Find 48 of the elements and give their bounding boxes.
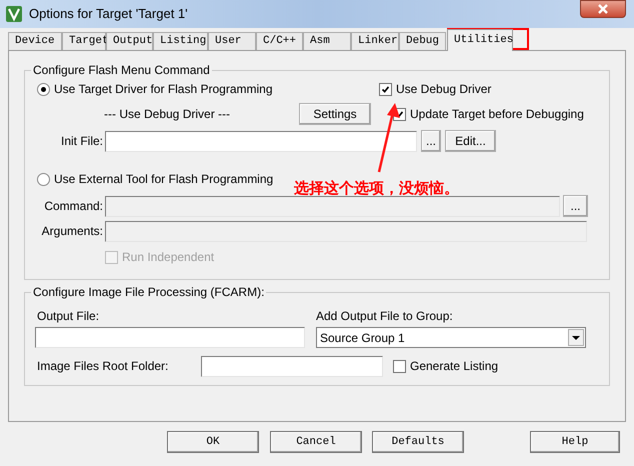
checkbox-label: Update Target before Debugging: [410, 106, 584, 123]
tab[interactable]: Output: [106, 32, 153, 50]
text-field[interactable]: [201, 356, 383, 376]
tab[interactable]: Target: [62, 32, 106, 50]
check-icon: [380, 84, 391, 94]
dropdown-value: Source Group 1: [320, 330, 405, 346]
field-label: Command:: [43, 198, 103, 215]
cancel-button[interactable]: Cancel: [270, 431, 362, 453]
tab[interactable]: C/C++: [256, 32, 303, 50]
ok-button[interactable]: OK: [167, 431, 259, 453]
radio-button[interactable]: [37, 172, 50, 186]
app-icon: [6, 6, 22, 22]
tab[interactable]: Asm: [303, 32, 351, 50]
field-label: Add Output File to Group:: [316, 308, 453, 323]
field-label: Arguments:: [40, 223, 103, 240]
checkbox-label: Use Debug Driver: [396, 81, 492, 98]
close-button[interactable]: [580, 0, 626, 18]
radio-button[interactable]: [37, 82, 50, 96]
option-label: Use External Tool for Flash Programming: [54, 171, 274, 188]
tab[interactable]: Utilities: [447, 29, 513, 51]
edit-button[interactable]: Edit...: [445, 130, 496, 152]
close-icon: [598, 4, 608, 14]
group-title: Configure Flash Menu Command: [31, 63, 212, 77]
tab[interactable]: Linker: [351, 32, 399, 50]
settings-button[interactable]: Settings: [299, 103, 371, 125]
window-title: Options for Target 'Target 1': [29, 5, 188, 24]
field-label: Output File:: [37, 308, 100, 323]
annotation-text: 选择这个选项，没烦恼。: [294, 179, 459, 199]
tab[interactable]: Device: [8, 32, 62, 50]
driver-label: --- Use Debug Driver ---: [104, 106, 232, 123]
tab[interactable]: Listing: [153, 32, 208, 50]
browse-button[interactable]: ...: [421, 130, 441, 152]
field-label: Init File:: [60, 133, 103, 150]
group-title: Configure Image File Processing (FCARM):: [31, 285, 266, 299]
checkbox-label: Generate Listing: [410, 358, 498, 375]
tab[interactable]: User: [208, 32, 256, 50]
checkbox-label: Run Independent: [122, 249, 214, 266]
option-label: Use Target Driver for Flash Programming: [54, 81, 273, 98]
checkbox[interactable]: [379, 82, 392, 96]
help-button[interactable]: Help: [530, 431, 620, 453]
tab[interactable]: Debug: [399, 32, 446, 50]
field-label: Image Files Root Folder:: [37, 358, 170, 375]
arrow: [378, 103, 400, 172]
text-field[interactable]: [105, 130, 417, 152]
text-field[interactable]: [35, 327, 305, 348]
checkbox[interactable]: [393, 360, 406, 372]
defaults-button[interactable]: Defaults: [372, 431, 464, 453]
dropdown[interactable]: Source Group 1: [316, 327, 586, 348]
